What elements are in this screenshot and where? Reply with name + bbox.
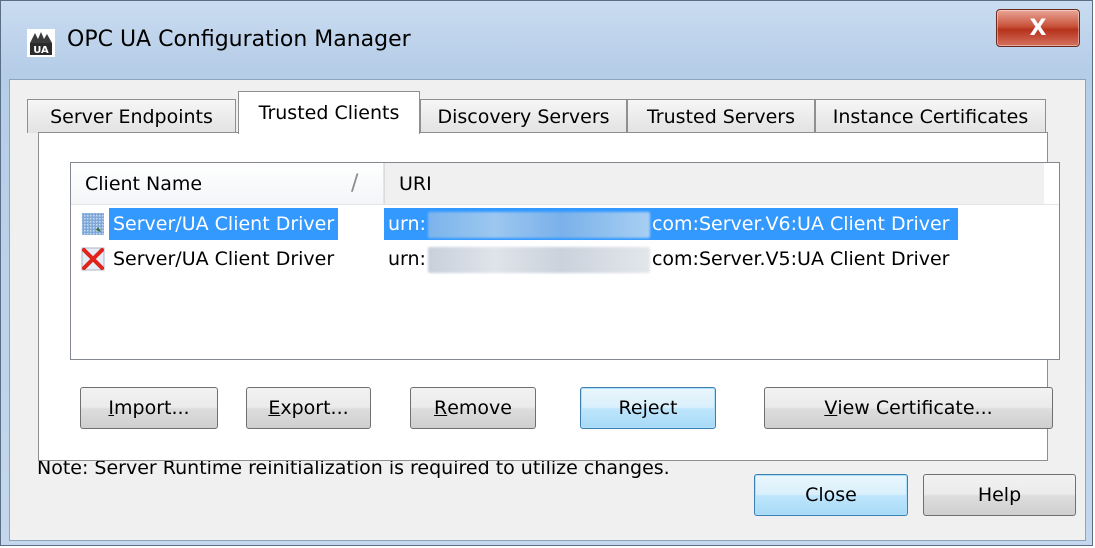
column-header-client-name[interactable]: Client Name / [71,163,384,204]
rejected-certificate-icon [81,247,105,271]
trusted-certificate-icon [82,213,104,235]
view-certificate-mnemonic: V [824,397,838,419]
view-certificate-button[interactable]: View Certificate... [764,387,1053,429]
close-button[interactable]: Close [754,474,908,516]
view-certificate-label: iew Certificate... [837,397,993,419]
uri-prefix: urn: [388,248,426,270]
uri-suffix: com:Server.V6:UA Client Driver [651,213,950,235]
uri-cell: urn: com:Server.V5:UA Client Driver [384,243,958,275]
uri-prefix: urn: [388,213,426,235]
window-title: OPC UA Configuration Manager [67,27,411,52]
sort-indicator-icon: / [351,171,359,196]
trusted-clients-panel: Client Name / URI Server/UA Client Drive [38,132,1060,461]
column-label: URI [399,172,432,195]
reject-button[interactable]: Reject [580,387,716,429]
config-manager-window: UA OPC UA Configuration Manager X Server… [0,0,1093,546]
tab-label: Server Endpoints [50,105,213,128]
list-item[interactable]: Server/UA Client Driver urn: com:Server.V… [79,243,1009,275]
trusted-clients-list[interactable]: Client Name / URI Server/UA Client Drive [70,162,1060,360]
remove-label: emove [447,397,512,419]
tab-trusted-clients[interactable]: Trusted Clients [238,91,420,134]
export-button[interactable]: Export... [246,387,371,429]
tab-discovery-servers[interactable]: Discovery Servers [420,99,627,133]
title-bar[interactable]: UA OPC UA Configuration Manager X [1,1,1092,79]
opc-ua-app-icon: UA [27,29,55,57]
uri-cell: urn: com:Server.V6:UA Client Driver [384,208,958,240]
export-label: xport... [280,397,349,419]
help-button[interactable]: Help [923,474,1076,516]
tab-label: Trusted Clients [258,102,400,124]
tab-trusted-servers[interactable]: Trusted Servers [627,99,815,133]
tab-label: Trusted Servers [646,105,795,128]
list-header: Client Name / URI [71,163,1059,205]
column-label: Client Name [85,172,203,195]
reject-label: Reject [618,397,678,419]
client-name-cell: Server/UA Client Driver [109,208,339,240]
list-item[interactable]: Server/UA Client Driver urn: com:Server.V… [79,208,1009,240]
import-label: mport... [114,397,190,419]
import-button[interactable]: Import... [80,387,218,429]
redacted-uri-segment [427,246,650,273]
close-label: Close [805,484,857,506]
tab-server-endpoints[interactable]: Server Endpoints [27,99,236,133]
window-close-button[interactable]: X [996,9,1080,47]
remove-mnemonic: R [434,397,448,419]
tab-instance-certificates[interactable]: Instance Certificates [815,99,1046,133]
export-mnemonic: E [268,397,281,419]
help-label: Help [977,484,1022,506]
client-name-cell: Server/UA Client Driver [113,248,335,270]
dialog-body: Server Endpoints Trusted Clients Discove… [9,79,1086,541]
uri-suffix: com:Server.V5:UA Client Driver [651,248,950,270]
tab-label: Discovery Servers [437,105,610,128]
remove-button[interactable]: Remove [410,387,536,429]
svg-text:UA: UA [33,45,49,56]
redacted-uri-segment [427,211,650,238]
close-icon: X [1029,15,1047,41]
tab-label: Instance Certificates [832,105,1029,128]
column-header-uri[interactable]: URI [384,163,1044,204]
